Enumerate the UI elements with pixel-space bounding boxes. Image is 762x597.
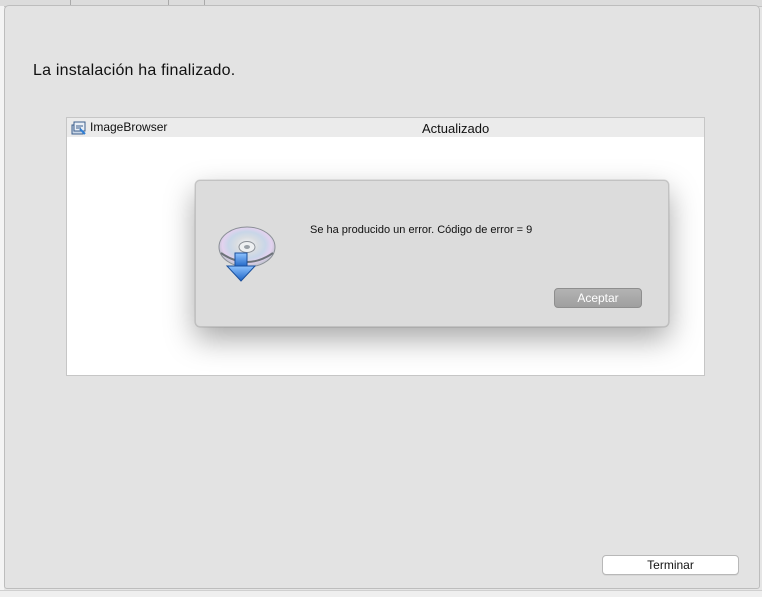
disc-install-icon xyxy=(215,219,277,287)
error-message: Se ha producido un error. Código de erro… xyxy=(310,224,533,236)
error-dialog: Se ha producido un error. Código de erro… xyxy=(195,180,669,327)
page-title: La instalación ha finalizado. xyxy=(33,62,236,79)
list-item[interactable]: ImageBrowser Actualizado xyxy=(67,118,704,137)
finish-button[interactable]: Terminar xyxy=(602,555,739,575)
accept-button[interactable]: Aceptar xyxy=(554,288,642,308)
installer-icon xyxy=(71,120,87,135)
list-item-status: Actualizado xyxy=(422,121,490,136)
installer-window: La instalación ha finalizado. ImageBrows… xyxy=(4,5,760,589)
list-item-name: ImageBrowser xyxy=(90,120,168,134)
